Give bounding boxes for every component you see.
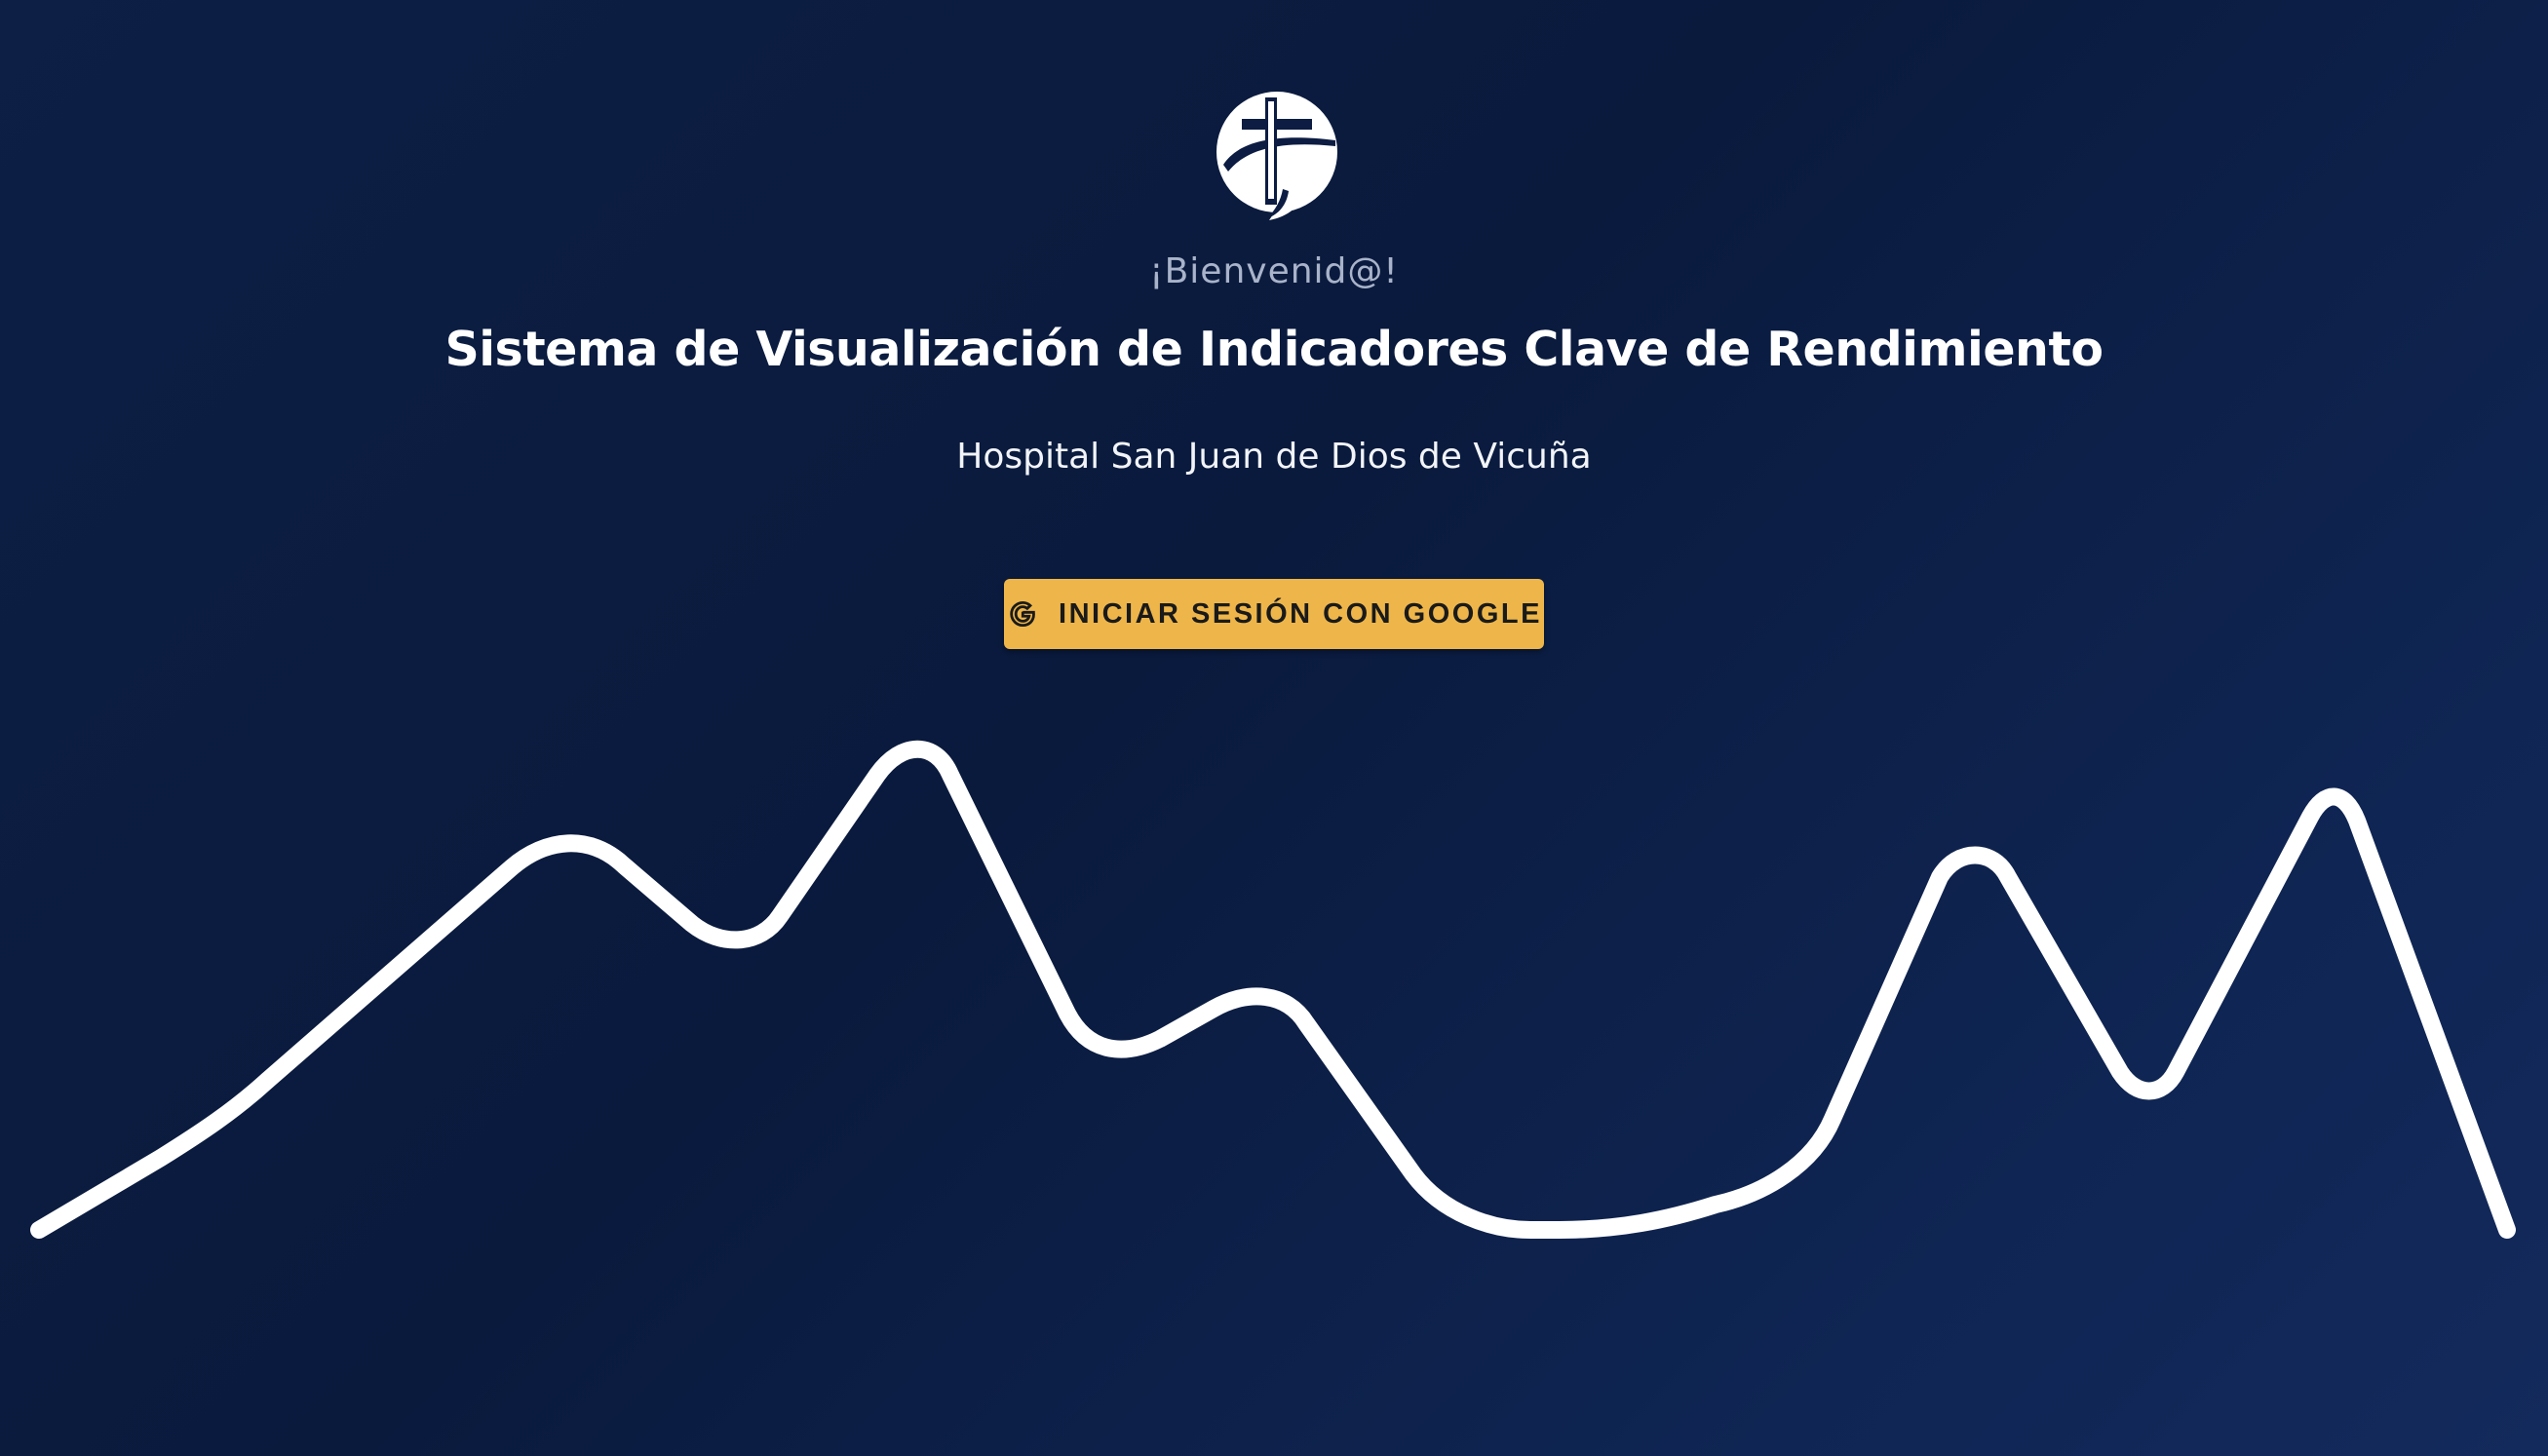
hospital-cross-globe-icon (1216, 92, 1337, 220)
welcome-text: ¡Bienvenid@! (1149, 251, 1399, 291)
hospital-logo (1199, 82, 1345, 228)
hospital-name: Hospital San Juan de Dios de Vicuña (956, 437, 1592, 477)
login-page: ¡Bienvenid@! Sistema de Visualización de… (0, 0, 2548, 1456)
google-login-button[interactable]: INICIAR SESIÓN CON GOOGLE (1004, 579, 1544, 649)
google-g-icon (1010, 600, 1035, 628)
page-title: Sistema de Visualización de Indicadores … (444, 322, 2104, 377)
google-login-label: INICIAR SESIÓN CON GOOGLE (1059, 597, 1542, 630)
